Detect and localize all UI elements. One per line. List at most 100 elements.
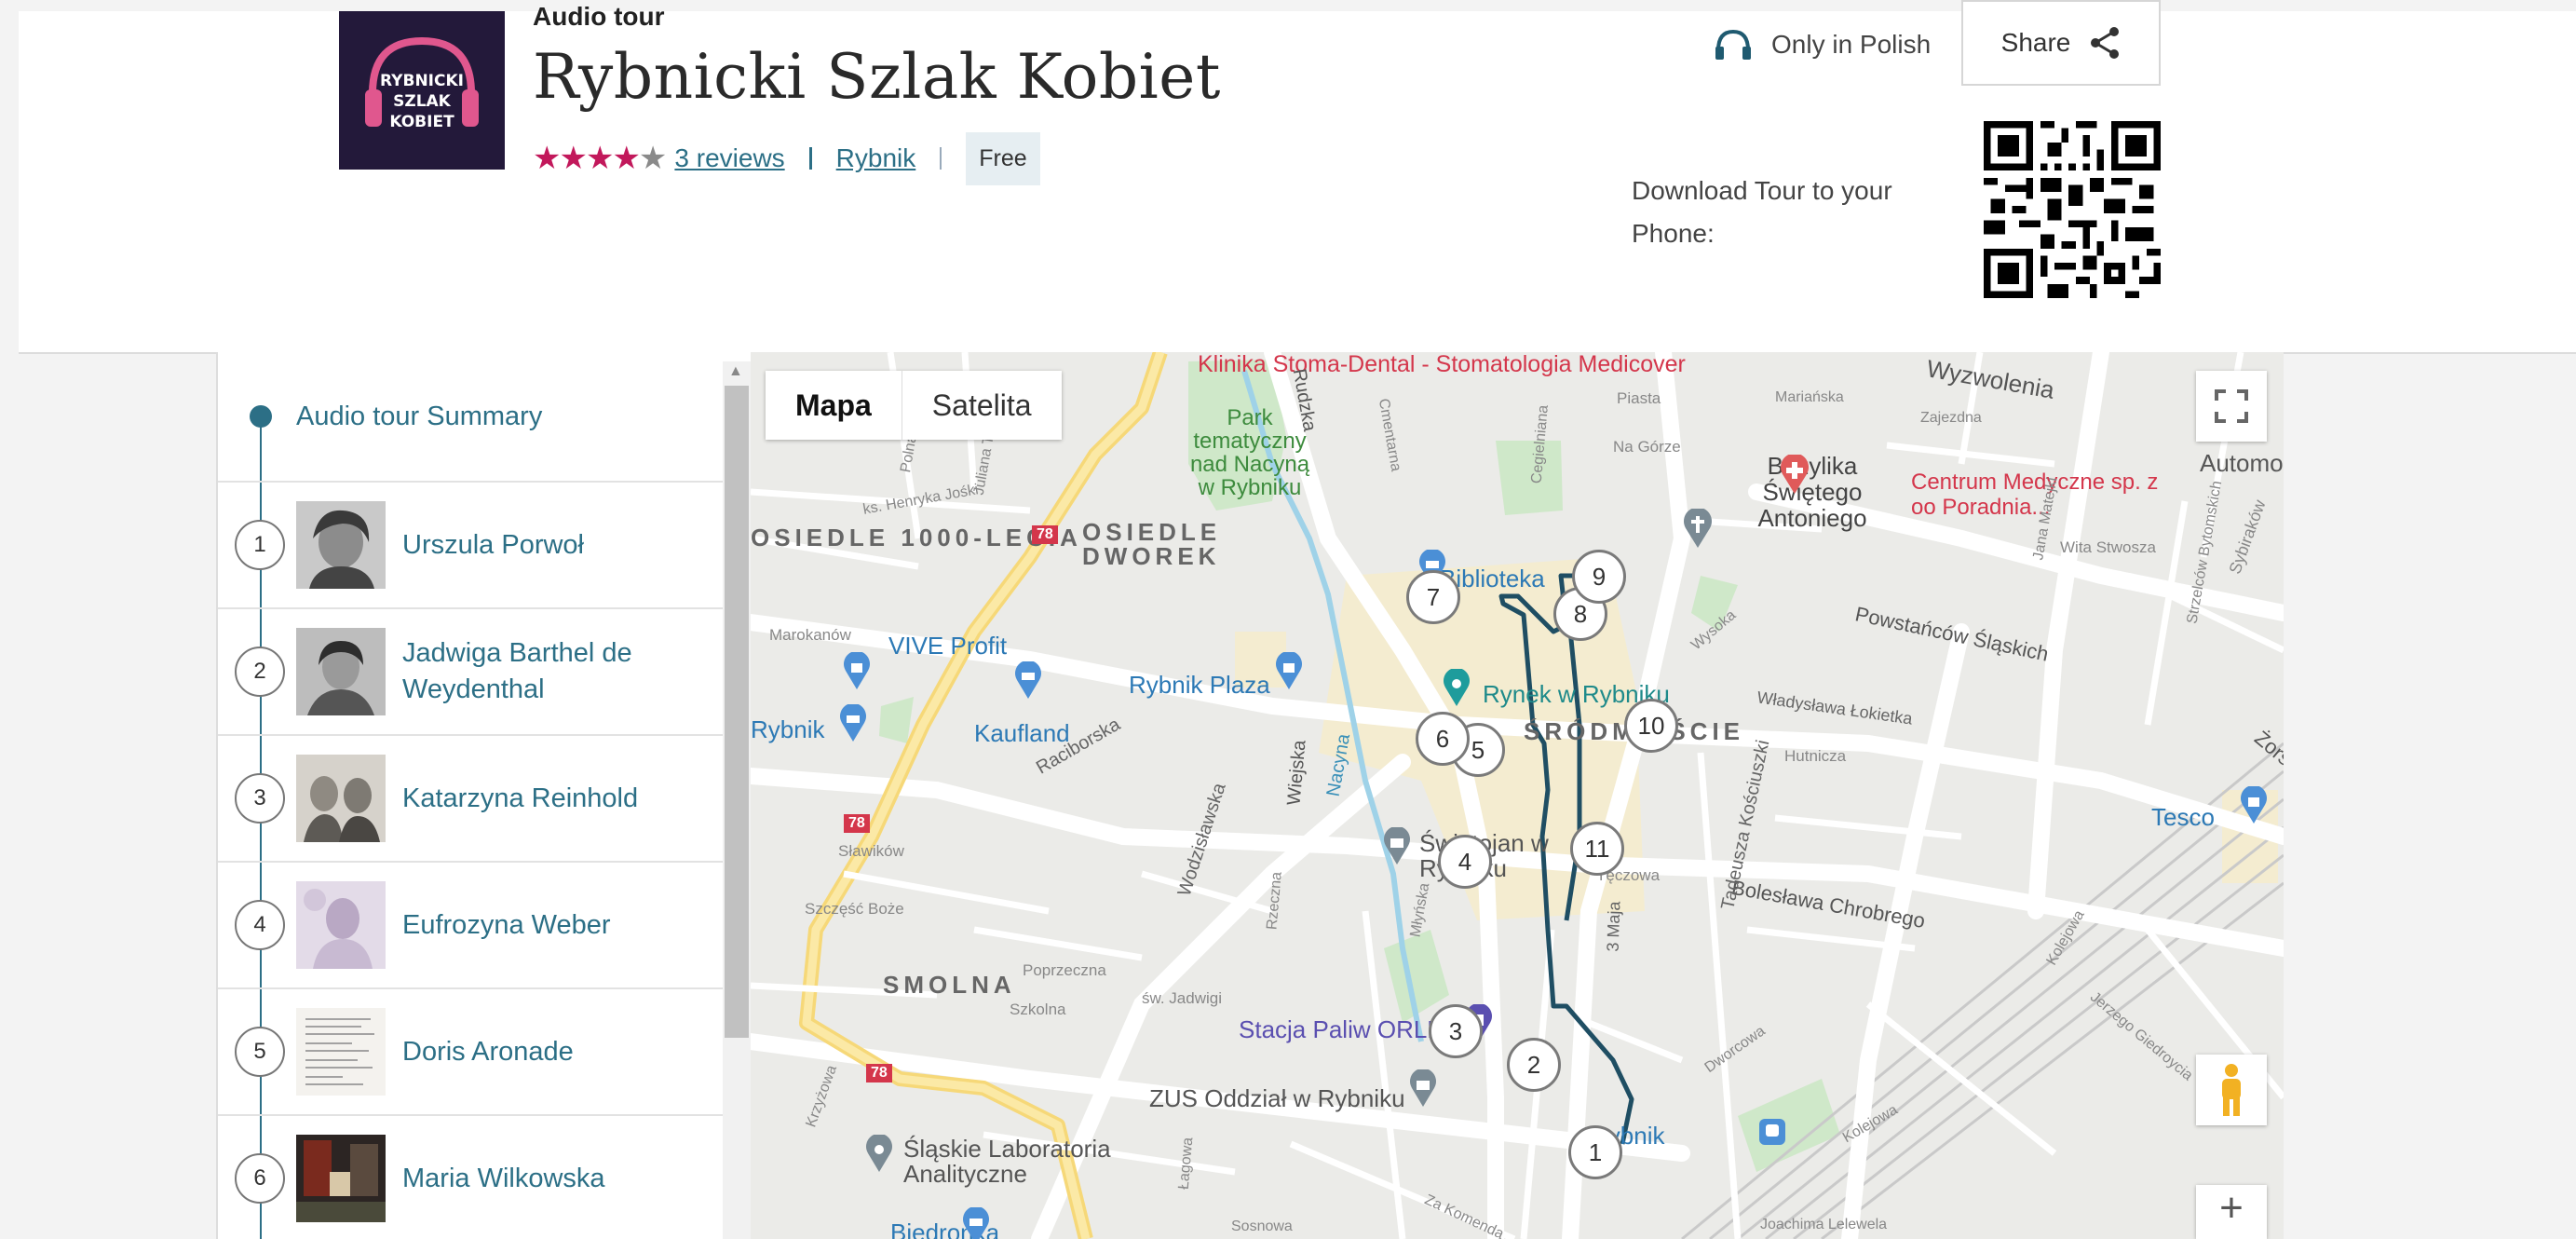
street-label: Szczęść Boże	[805, 900, 904, 918]
qr-code[interactable]	[1984, 121, 2161, 298]
city-link[interactable]: Rybnik	[836, 143, 916, 173]
stop-item[interactable]: 4 Eufrozyna Weber	[218, 863, 723, 989]
street-label: Piasta	[1617, 389, 1661, 407]
street-label: Wita Stwosza	[2060, 538, 2156, 556]
zoom-in-button[interactable]: +	[2196, 1185, 2267, 1239]
language-label: Only in Polish	[1771, 30, 1932, 59]
summary-item[interactable]: Audio tour Summary	[218, 352, 723, 483]
map-stop-marker[interactable]: 9	[1572, 550, 1626, 604]
tour-meta: ★★★★★ 3 reviews Rybnik Free	[533, 131, 1040, 185]
place-label[interactable]: Śląskie Laboratoria Analityczne	[903, 1137, 1146, 1187]
shopping-cart-pin-icon[interactable]	[961, 1207, 991, 1239]
stop-number: 3	[235, 773, 285, 824]
stop-thumbnail	[296, 881, 386, 969]
street-label: Joachima Lelewela	[1760, 1217, 1888, 1232]
shopping-pin-icon[interactable]	[2239, 786, 2269, 824]
stop-label: Doris Aronade	[402, 1036, 574, 1067]
route-shield: 78	[866, 1064, 892, 1082]
museum-pin-icon[interactable]	[1382, 827, 1412, 865]
street-label: Hutnicza	[1784, 747, 1847, 765]
place-label[interactable]: Rybnik Plaza	[1129, 671, 1270, 700]
stop-item[interactable]: 1 Urszula Porwoł	[218, 483, 723, 609]
fullscreen-icon	[2215, 389, 2248, 423]
share-icon	[2091, 27, 2120, 59]
stop-thumbnail	[296, 628, 386, 715]
rating-stars: ★★★★★	[533, 141, 667, 176]
church-pin-icon[interactable]	[1682, 509, 1714, 548]
svg-text:SZLAK: SZLAK	[393, 92, 452, 111]
map-stop-marker[interactable]: 7	[1406, 570, 1460, 624]
tour-type-label: Audio tour	[533, 2, 665, 31]
place-label[interactable]: Centrum Medyczne sp. z oo Poradnia...	[1911, 470, 2162, 520]
place-label[interactable]: VIVE Profit	[888, 632, 1007, 660]
place-label[interactable]: Automotive	[2200, 449, 2284, 478]
place-pin-icon[interactable]	[864, 1135, 894, 1172]
fullscreen-button[interactable]	[2196, 371, 2267, 442]
street-label: Marokanów	[769, 626, 851, 644]
price-badge: Free	[966, 131, 1040, 185]
place-label[interactable]: Park tematyczny nad Nacyną w Rybniku	[1185, 406, 1315, 499]
place-label[interactable]: Rybnik	[751, 715, 824, 744]
summary-label: Audio tour Summary	[296, 401, 543, 431]
place-label[interactable]: Bazylika Świętego Antoniego	[1719, 453, 1905, 531]
scrollbar-thumb[interactable]	[725, 386, 749, 1038]
page-title: Rybnicki Szlak Kobiet	[533, 41, 1221, 113]
divider	[940, 147, 942, 170]
office-pin-icon[interactable]	[1408, 1069, 1438, 1107]
place-label[interactable]: ZUS Oddział w Rybniku	[1149, 1084, 1405, 1113]
district-label: SMOLNA	[883, 971, 1016, 999]
place-label[interactable]: Tesco	[2151, 803, 2215, 832]
summary-dot-icon	[250, 405, 272, 428]
street-label: Na Górze	[1613, 438, 1681, 456]
language-note: Only in Polish	[1714, 28, 1931, 61]
street-label: Zajezdna	[1920, 410, 1982, 426]
map-stop-marker[interactable]: 10	[1624, 699, 1678, 753]
stop-thumbnail	[296, 1135, 386, 1222]
share-button[interactable]: Share	[1961, 0, 2161, 86]
place-label[interactable]: Klinika Stoma-Dental - Stomatologia Medi…	[1198, 352, 1686, 377]
reviews-link[interactable]: 3 reviews	[674, 143, 784, 173]
top-strip	[0, 0, 2576, 11]
street-label: Szkolna	[1010, 1001, 1066, 1018]
tour-map[interactable]: Klinika Stoma-Dental - Stomatologia Medi…	[751, 352, 2284, 1239]
street-view-pegman[interactable]	[2196, 1055, 2267, 1125]
download-label: Download Tour to your Phone:	[1632, 176, 1892, 248]
train-station-icon[interactable]	[1758, 1118, 1786, 1146]
shopping-cart-pin-icon[interactable]	[838, 704, 868, 742]
place-label[interactable]: Stacja Paliw ORLEN	[1239, 1015, 1460, 1044]
stop-item[interactable]: 6 Maria Wilkowska	[218, 1116, 723, 1239]
map-stop-marker[interactable]: 4	[1438, 835, 1492, 889]
stop-item[interactable]: 3 Katarzyna Reinhold	[218, 736, 723, 863]
shopping-cart-pin-icon[interactable]	[1013, 661, 1043, 699]
stop-item[interactable]: 2 Jadwiga Barthel de Weydenthal	[218, 609, 723, 736]
shopping-pin-icon[interactable]	[842, 652, 872, 689]
map-stop-marker[interactable]: 11	[1570, 822, 1624, 876]
stop-item[interactable]: 5 Doris Aronade	[218, 989, 723, 1116]
map-stop-marker[interactable]: 1	[1568, 1125, 1622, 1179]
stop-number: 2	[235, 647, 285, 697]
pegman-icon	[2222, 1064, 2241, 1116]
divider	[808, 147, 812, 170]
street-label: Sosnowa	[1231, 1219, 1293, 1234]
scroll-up-arrow-icon[interactable]: ▲	[728, 363, 743, 380]
camera-pin-icon[interactable]	[1442, 669, 1471, 706]
street-label: 3 Maja	[1603, 901, 1624, 952]
street-label: Poprzeczna	[1023, 961, 1106, 979]
map-type-map-button[interactable]: Mapa	[766, 371, 902, 440]
stop-thumbnail	[296, 755, 386, 842]
map-type-satellite-button[interactable]: Satelita	[902, 371, 1062, 440]
map-stop-marker[interactable]: 6	[1416, 712, 1470, 766]
stop-label: Urszula Porwoł	[402, 529, 584, 560]
street-label: św. Jadwigi	[1142, 989, 1222, 1007]
map-stop-marker[interactable]: 3	[1429, 1004, 1483, 1058]
stop-number: 1	[235, 520, 285, 570]
tour-logo: RYBNICKI SZLAK KOBIET	[339, 11, 505, 170]
street-label: Mariańska	[1775, 389, 1844, 405]
place-label[interactable]: Kaufland	[974, 719, 1070, 748]
medical-pin-icon[interactable]	[1779, 455, 1810, 494]
shopping-pin-icon[interactable]	[1274, 652, 1304, 689]
stop-thumbnail	[296, 1008, 386, 1096]
tour-stops-sidebar: Audio tour Summary 1 Urszula Porwoł 2 Ja…	[216, 352, 752, 1239]
map-stop-marker[interactable]: 2	[1507, 1038, 1561, 1092]
share-label: Share	[2000, 28, 2071, 57]
